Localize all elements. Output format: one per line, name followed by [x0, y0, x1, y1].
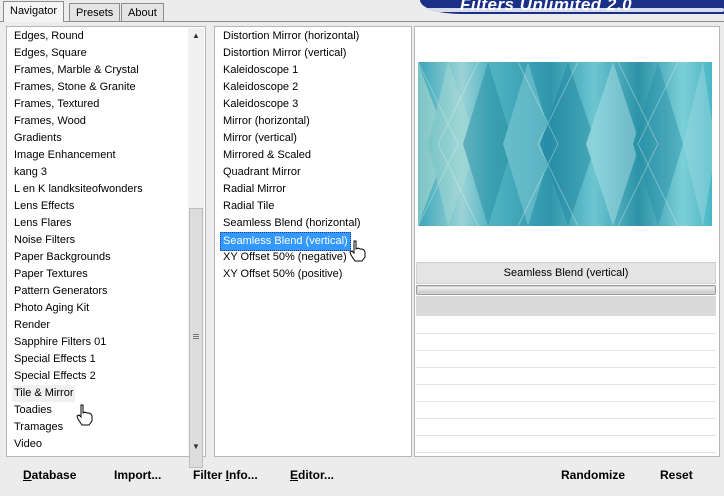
- category-item[interactable]: Photo Aging Kit: [14, 300, 89, 317]
- tab-navigator[interactable]: Navigator: [3, 1, 65, 22]
- filter-info-label-pre: Filter: [193, 468, 226, 482]
- tab-about[interactable]: About: [121, 3, 164, 21]
- category-item[interactable]: Gradients: [14, 130, 62, 147]
- category-item[interactable]: Frames, Stone & Granite: [14, 79, 136, 96]
- category-item[interactable]: Paper Textures: [14, 266, 88, 283]
- category-item[interactable]: Lens Effects: [14, 198, 74, 215]
- filter-item[interactable]: Kaleidoscope 2: [222, 79, 299, 96]
- scroll-down-button[interactable]: ▼: [188, 439, 204, 455]
- parameter-row: [416, 335, 716, 351]
- category-item[interactable]: Sapphire Filters 01: [14, 334, 106, 351]
- parameter-slider[interactable]: [416, 285, 716, 295]
- category-item[interactable]: Noise Filters: [14, 232, 75, 249]
- app-banner: Filters Unlimited 2.0: [420, 0, 724, 14]
- preview-image: [418, 62, 712, 226]
- filter-info-button[interactable]: Filter Info...: [193, 466, 258, 484]
- database-button-label: atabase: [31, 468, 77, 482]
- category-item[interactable]: Paper Backgrounds: [14, 249, 111, 266]
- editor-button[interactable]: Editor...: [290, 466, 334, 484]
- slider-fill: [418, 287, 714, 293]
- filter-info-label-rest: nfo...: [229, 468, 258, 482]
- category-item[interactable]: Frames, Marble & Crystal: [14, 62, 139, 79]
- parameter-row: [416, 437, 716, 453]
- tab-presets[interactable]: Presets: [69, 3, 121, 21]
- parameter-row: [416, 318, 716, 334]
- filter-item[interactable]: Radial Tile: [222, 198, 275, 215]
- category-item[interactable]: Video: [14, 436, 42, 453]
- category-item[interactable]: Toadies: [14, 402, 52, 419]
- editor-accel: E: [290, 468, 299, 482]
- filter-item[interactable]: Mirrored & Scaled: [222, 147, 312, 164]
- category-item[interactable]: Render: [14, 317, 50, 334]
- editor-label: ditor...: [298, 468, 335, 482]
- filter-item[interactable]: Quadrant Mirror: [222, 164, 302, 181]
- hand-pointer-icon: [76, 404, 94, 429]
- category-scrollbar[interactable]: ▲ ▼: [188, 28, 204, 468]
- parameter-row: [416, 369, 716, 385]
- database-button-accel: D: [23, 468, 32, 482]
- filter-name-display: Seamless Blend (vertical): [416, 262, 716, 284]
- filter-item[interactable]: XY Offset 50% (negative): [222, 249, 348, 266]
- filter-item[interactable]: Mirror (horizontal): [222, 113, 311, 130]
- category-item[interactable]: L en K landksiteofwonders: [14, 181, 143, 198]
- import-button-ellipsis: ...: [151, 468, 162, 482]
- parameter-row: [416, 352, 716, 368]
- import-button[interactable]: Import...: [114, 466, 161, 484]
- hand-pointer-icon: [349, 240, 367, 265]
- category-item[interactable]: Tramages: [14, 419, 63, 436]
- filter-item[interactable]: Seamless Blend (horizontal): [222, 215, 362, 232]
- import-button-label: Import: [114, 468, 152, 482]
- category-item[interactable]: Lens Flares: [14, 215, 71, 232]
- arrow-down-icon: ▼: [192, 442, 200, 451]
- category-item[interactable]: Pattern Generators: [14, 283, 108, 300]
- filter-item[interactable]: Radial Mirror: [222, 181, 287, 198]
- reset-button[interactable]: Reset: [660, 466, 693, 484]
- filter-item[interactable]: XY Offset 50% (positive): [222, 266, 343, 283]
- filter-item[interactable]: Mirror (vertical): [222, 130, 298, 147]
- randomize-button[interactable]: Randomize: [561, 466, 625, 484]
- banner-title: Filters Unlimited 2.0: [460, 0, 633, 14]
- filter-item[interactable]: Distortion Mirror (horizontal): [222, 28, 360, 45]
- parameter-row: [416, 420, 716, 436]
- category-item[interactable]: Frames, Textured: [14, 96, 99, 113]
- category-item[interactable]: Edges, Square: [14, 45, 87, 62]
- category-item[interactable]: Special Effects 2: [14, 368, 96, 385]
- category-item[interactable]: Frames, Wood: [14, 113, 86, 130]
- category-item[interactable]: Special Effects 1: [14, 351, 96, 368]
- scroll-up-button[interactable]: ▲: [188, 28, 204, 44]
- filter-item[interactable]: Kaleidoscope 3: [222, 96, 299, 113]
- filter-item[interactable]: Kaleidoscope 1: [222, 62, 299, 79]
- category-item[interactable]: Edges, Round: [14, 28, 84, 45]
- category-item[interactable]: Image Enhancement: [14, 147, 116, 164]
- arrow-up-icon: ▲: [192, 31, 200, 40]
- parameter-area: [416, 296, 716, 316]
- database-button[interactable]: Database: [23, 466, 76, 484]
- filter-item[interactable]: Distortion Mirror (vertical): [222, 45, 347, 62]
- parameter-row: [416, 386, 716, 402]
- tab-strip-border: [0, 21, 724, 22]
- parameter-row: [416, 403, 716, 419]
- category-item[interactable]: Tile & Mirror: [12, 385, 76, 402]
- scroll-thumb[interactable]: [189, 208, 203, 468]
- grip-icon: [193, 334, 199, 335]
- category-item[interactable]: kang 3: [14, 164, 47, 181]
